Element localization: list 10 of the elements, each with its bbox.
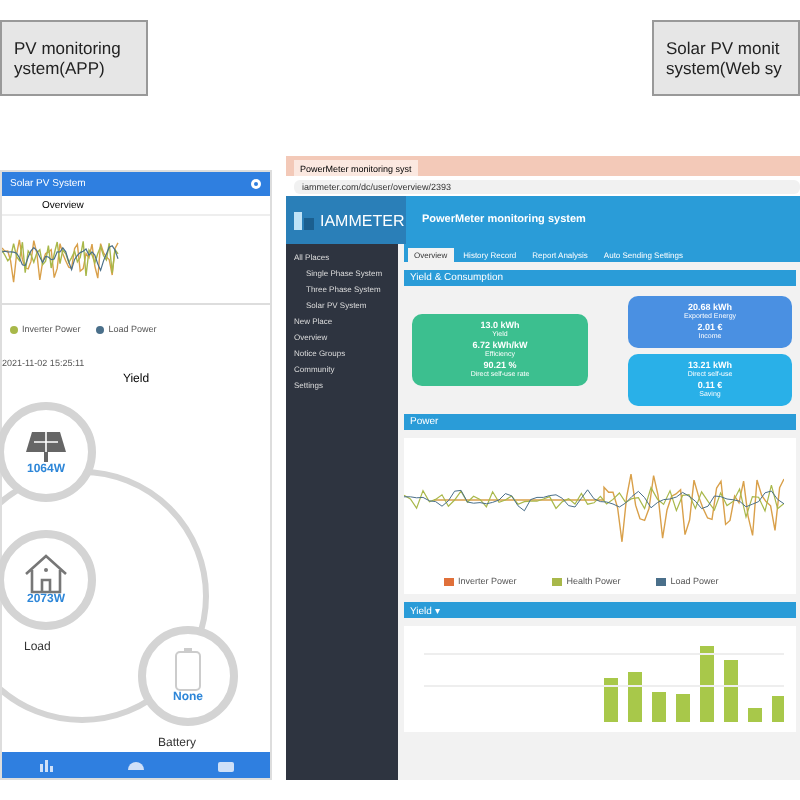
- house-icon: [22, 554, 70, 594]
- logo-text: IAMMETER: [320, 211, 405, 229]
- settings-icon[interactable]: [250, 178, 262, 190]
- gauge-icon[interactable]: [127, 760, 143, 770]
- caption-box: PV monitoring ystem(APP): [0, 20, 148, 96]
- bar-chart-icon[interactable]: [39, 759, 53, 771]
- caption-box: Solar PV monit system(Web sy: [652, 20, 800, 96]
- battery-icon: [174, 648, 202, 692]
- logo-icon: [294, 211, 314, 229]
- solar-panel-icon: [24, 428, 68, 464]
